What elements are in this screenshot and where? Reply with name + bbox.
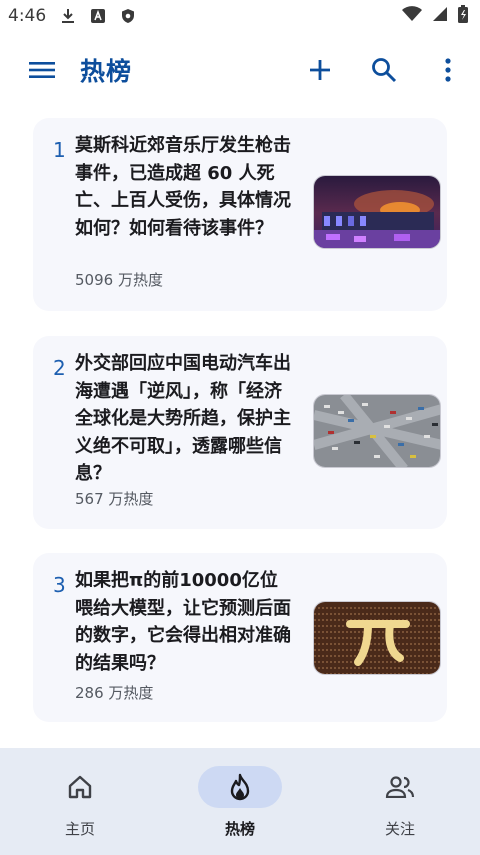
bottom-navigation: 主页 热榜 关注 — [0, 748, 480, 855]
add-button[interactable] — [304, 54, 336, 86]
car-parking-aerial-image — [313, 394, 441, 468]
signal-icon — [432, 6, 448, 27]
search-icon — [372, 58, 397, 83]
nav-home-label: 主页 — [64, 820, 95, 838]
menu-icon — [29, 62, 55, 78]
heat-count: 5096 万热度 — [75, 271, 163, 289]
battery-icon — [458, 4, 468, 28]
search-button[interactable] — [368, 54, 400, 86]
nav-hot-label: 热榜 — [224, 820, 255, 838]
plus-icon — [310, 60, 330, 80]
hot-list-item[interactable]: 1 莫斯科近郊音乐厅发生枪击事件，已造成超 60 人死亡、上百人受伤，具体情况如… — [33, 118, 447, 311]
home-icon — [68, 775, 92, 799]
rank-number: 3 — [53, 573, 66, 597]
app-bar: 热榜 — [0, 40, 480, 98]
nav-home-pill — [38, 766, 122, 808]
question-title: 外交部回应中国电动汽车出海遭遇「逆风」，称「经济全球化是大势所趋，保护主义绝不可… — [75, 353, 291, 484]
hot-list-item[interactable]: 3 如果把π的前10000亿位喂给大模型，让它预测后面的数字，它会得出相对准确的… — [33, 553, 447, 722]
pi-symbol-image — [313, 601, 441, 675]
concert-hall-fire-image — [313, 175, 441, 249]
status-bar: 4:46 — [0, 0, 480, 32]
download-icon — [60, 8, 76, 24]
heat-count: 286 万热度 — [75, 684, 154, 702]
page-title: 热榜 — [80, 57, 133, 86]
nav-home[interactable]: 主页 — [0, 766, 160, 839]
nav-follow-pill — [358, 766, 442, 808]
menu-button[interactable] — [26, 54, 58, 86]
people-icon — [385, 776, 415, 798]
wifi-icon — [402, 5, 422, 27]
rank-number: 1 — [53, 138, 66, 162]
more-options-button[interactable] — [432, 54, 464, 86]
nav-hot[interactable]: 热榜 — [160, 766, 320, 839]
app-a-icon — [90, 8, 106, 24]
fire-icon — [230, 773, 250, 801]
nav-follow[interactable]: 关注 — [320, 766, 480, 839]
question-title: 莫斯科近郊音乐厅发生枪击事件，已造成超 60 人死亡、上百人受伤，具体情况如何？… — [75, 135, 291, 239]
heat-count: 567 万热度 — [75, 490, 154, 508]
hot-list-item[interactable]: 2 外交部回应中国电动汽车出海遭遇「逆风」，称「经济全球化是大势所趋，保护主义绝… — [33, 336, 447, 529]
more-vert-icon — [445, 58, 451, 82]
status-time: 4:46 — [8, 6, 47, 26]
rank-number: 2 — [53, 356, 66, 380]
nav-hot-pill — [198, 766, 282, 808]
question-title: 如果把π的前10000亿位喂给大模型，让它预测后面的数字，它会得出相对准确的结果… — [75, 570, 291, 674]
nav-follow-label: 关注 — [384, 820, 415, 838]
shield-icon — [120, 8, 136, 24]
